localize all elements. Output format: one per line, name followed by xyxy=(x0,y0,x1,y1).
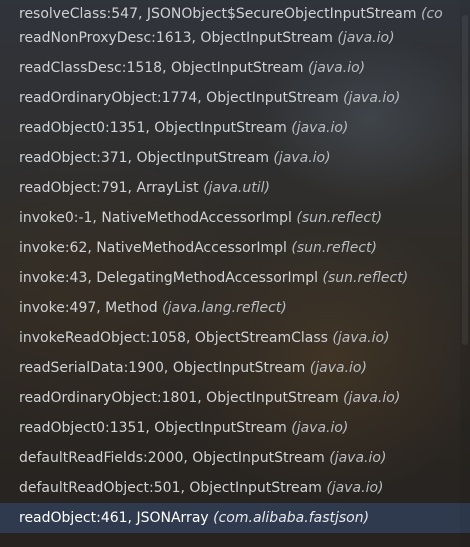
frame-package: (java.io) xyxy=(337,30,395,46)
frame-method: defaultReadObject:501, ObjectInputStream xyxy=(19,480,322,496)
frame-package: (java.io) xyxy=(273,150,331,166)
stack-frame[interactable]: readClassDesc:1518, ObjectInputStream (j… xyxy=(0,53,470,83)
frame-method: invokeReadObject:1058, ObjectStreamClass xyxy=(19,330,328,346)
stack-frame[interactable]: readObject:371, ObjectInputStream (java.… xyxy=(0,143,470,173)
frame-package: (java.io) xyxy=(329,450,387,466)
stack-frame[interactable]: invoke0:-1, NativeMethodAccessorImpl (su… xyxy=(0,203,470,233)
stack-frame[interactable]: readOrdinaryObject:1801, ObjectInputStre… xyxy=(0,383,470,413)
frame-package: (java.io) xyxy=(343,90,401,106)
stack-frame-list: resolveClass:547, JSONObject$SecureObjec… xyxy=(0,0,470,533)
frame-package: (java.io) xyxy=(332,330,390,346)
frame-method: invoke:62, NativeMethodAccessorImpl xyxy=(19,240,287,256)
frame-method: invoke:497, Method xyxy=(19,300,158,316)
frame-package: (sun.reflect) xyxy=(291,240,377,256)
stack-frame[interactable]: readObject0:1351, ObjectInputStream (jav… xyxy=(0,413,470,443)
debugger-frames-panel: resolveClass:547, JSONObject$SecureObjec… xyxy=(0,0,470,547)
stack-frame[interactable]: invoke:62, NativeMethodAccessorImpl (sun… xyxy=(0,233,470,263)
frame-package: (java.io) xyxy=(309,360,367,376)
stack-frame[interactable]: readSerialData:1900, ObjectInputStream (… xyxy=(0,353,470,383)
frame-method: invoke0:-1, NativeMethodAccessorImpl xyxy=(19,210,292,226)
frame-method: readClassDesc:1518, ObjectInputStream xyxy=(19,60,304,76)
frame-package: (sun.reflect) xyxy=(322,270,409,286)
frame-package: (java.io) xyxy=(343,390,401,406)
frame-method: readObject0:1351, ObjectInputStream xyxy=(19,120,287,136)
frame-method: resolveClass:547, JSONObject$SecureObjec… xyxy=(19,6,417,22)
scrollbar-thumb[interactable] xyxy=(462,15,468,345)
stack-frame[interactable]: defaultReadObject:501, ObjectInputStream… xyxy=(0,473,470,503)
stack-frame[interactable]: readObject0:1351, ObjectInputStream (jav… xyxy=(0,113,470,143)
stack-frame[interactable]: readOrdinaryObject:1774, ObjectInputStre… xyxy=(0,83,470,113)
frame-package: (java.io) xyxy=(291,120,349,136)
stack-frame[interactable]: invoke:43, DelegatingMethodAccessorImpl … xyxy=(0,263,470,293)
frame-package: (java.io) xyxy=(307,60,366,76)
vertical-scrollbar[interactable] xyxy=(460,0,470,547)
frame-method: readObject:371, ObjectInputStream xyxy=(19,150,269,166)
frame-method: readObject:791, ArrayList xyxy=(19,180,199,196)
frame-method: readObject0:1351, ObjectInputStream xyxy=(19,420,287,436)
frame-package: (java.lang.reflect) xyxy=(162,300,287,316)
stack-frame[interactable]: invokeReadObject:1058, ObjectStreamClass… xyxy=(0,323,470,353)
stack-frame[interactable]: invoke:497, Method (java.lang.reflect) xyxy=(0,293,470,323)
stack-frame[interactable]: readObject:791, ArrayList (java.util) xyxy=(0,173,470,203)
stack-frame[interactable]: resolveClass:547, JSONObject$SecureObjec… xyxy=(0,6,470,23)
frame-package: (java.io) xyxy=(291,420,349,436)
frame-package: (co xyxy=(420,6,443,22)
frame-method: readObject:461, JSONArray xyxy=(19,510,209,526)
frame-package: (sun.reflect) xyxy=(296,210,383,226)
stack-frame[interactable]: readNonProxyDesc:1613, ObjectInputStream… xyxy=(0,23,470,53)
stack-frame[interactable]: defaultReadFields:2000, ObjectInputStrea… xyxy=(0,443,470,473)
frame-method: readSerialData:1900, ObjectInputStream xyxy=(19,360,306,376)
frame-method: defaultReadFields:2000, ObjectInputStrea… xyxy=(19,450,325,466)
frame-package: (com.alibaba.fastjson) xyxy=(213,510,370,526)
frame-package: (java.io) xyxy=(326,480,384,496)
frame-method: invoke:43, DelegatingMethodAccessorImpl xyxy=(19,270,319,286)
frame-method: readOrdinaryObject:1774, ObjectInputStre… xyxy=(19,90,339,106)
stack-frame-selected[interactable]: readObject:461, JSONArray (com.alibaba.f… xyxy=(0,503,470,533)
frame-package: (java.util) xyxy=(203,180,270,196)
frame-method: readNonProxyDesc:1613, ObjectInputStream xyxy=(19,30,333,46)
frame-method: readOrdinaryObject:1801, ObjectInputStre… xyxy=(19,390,339,406)
